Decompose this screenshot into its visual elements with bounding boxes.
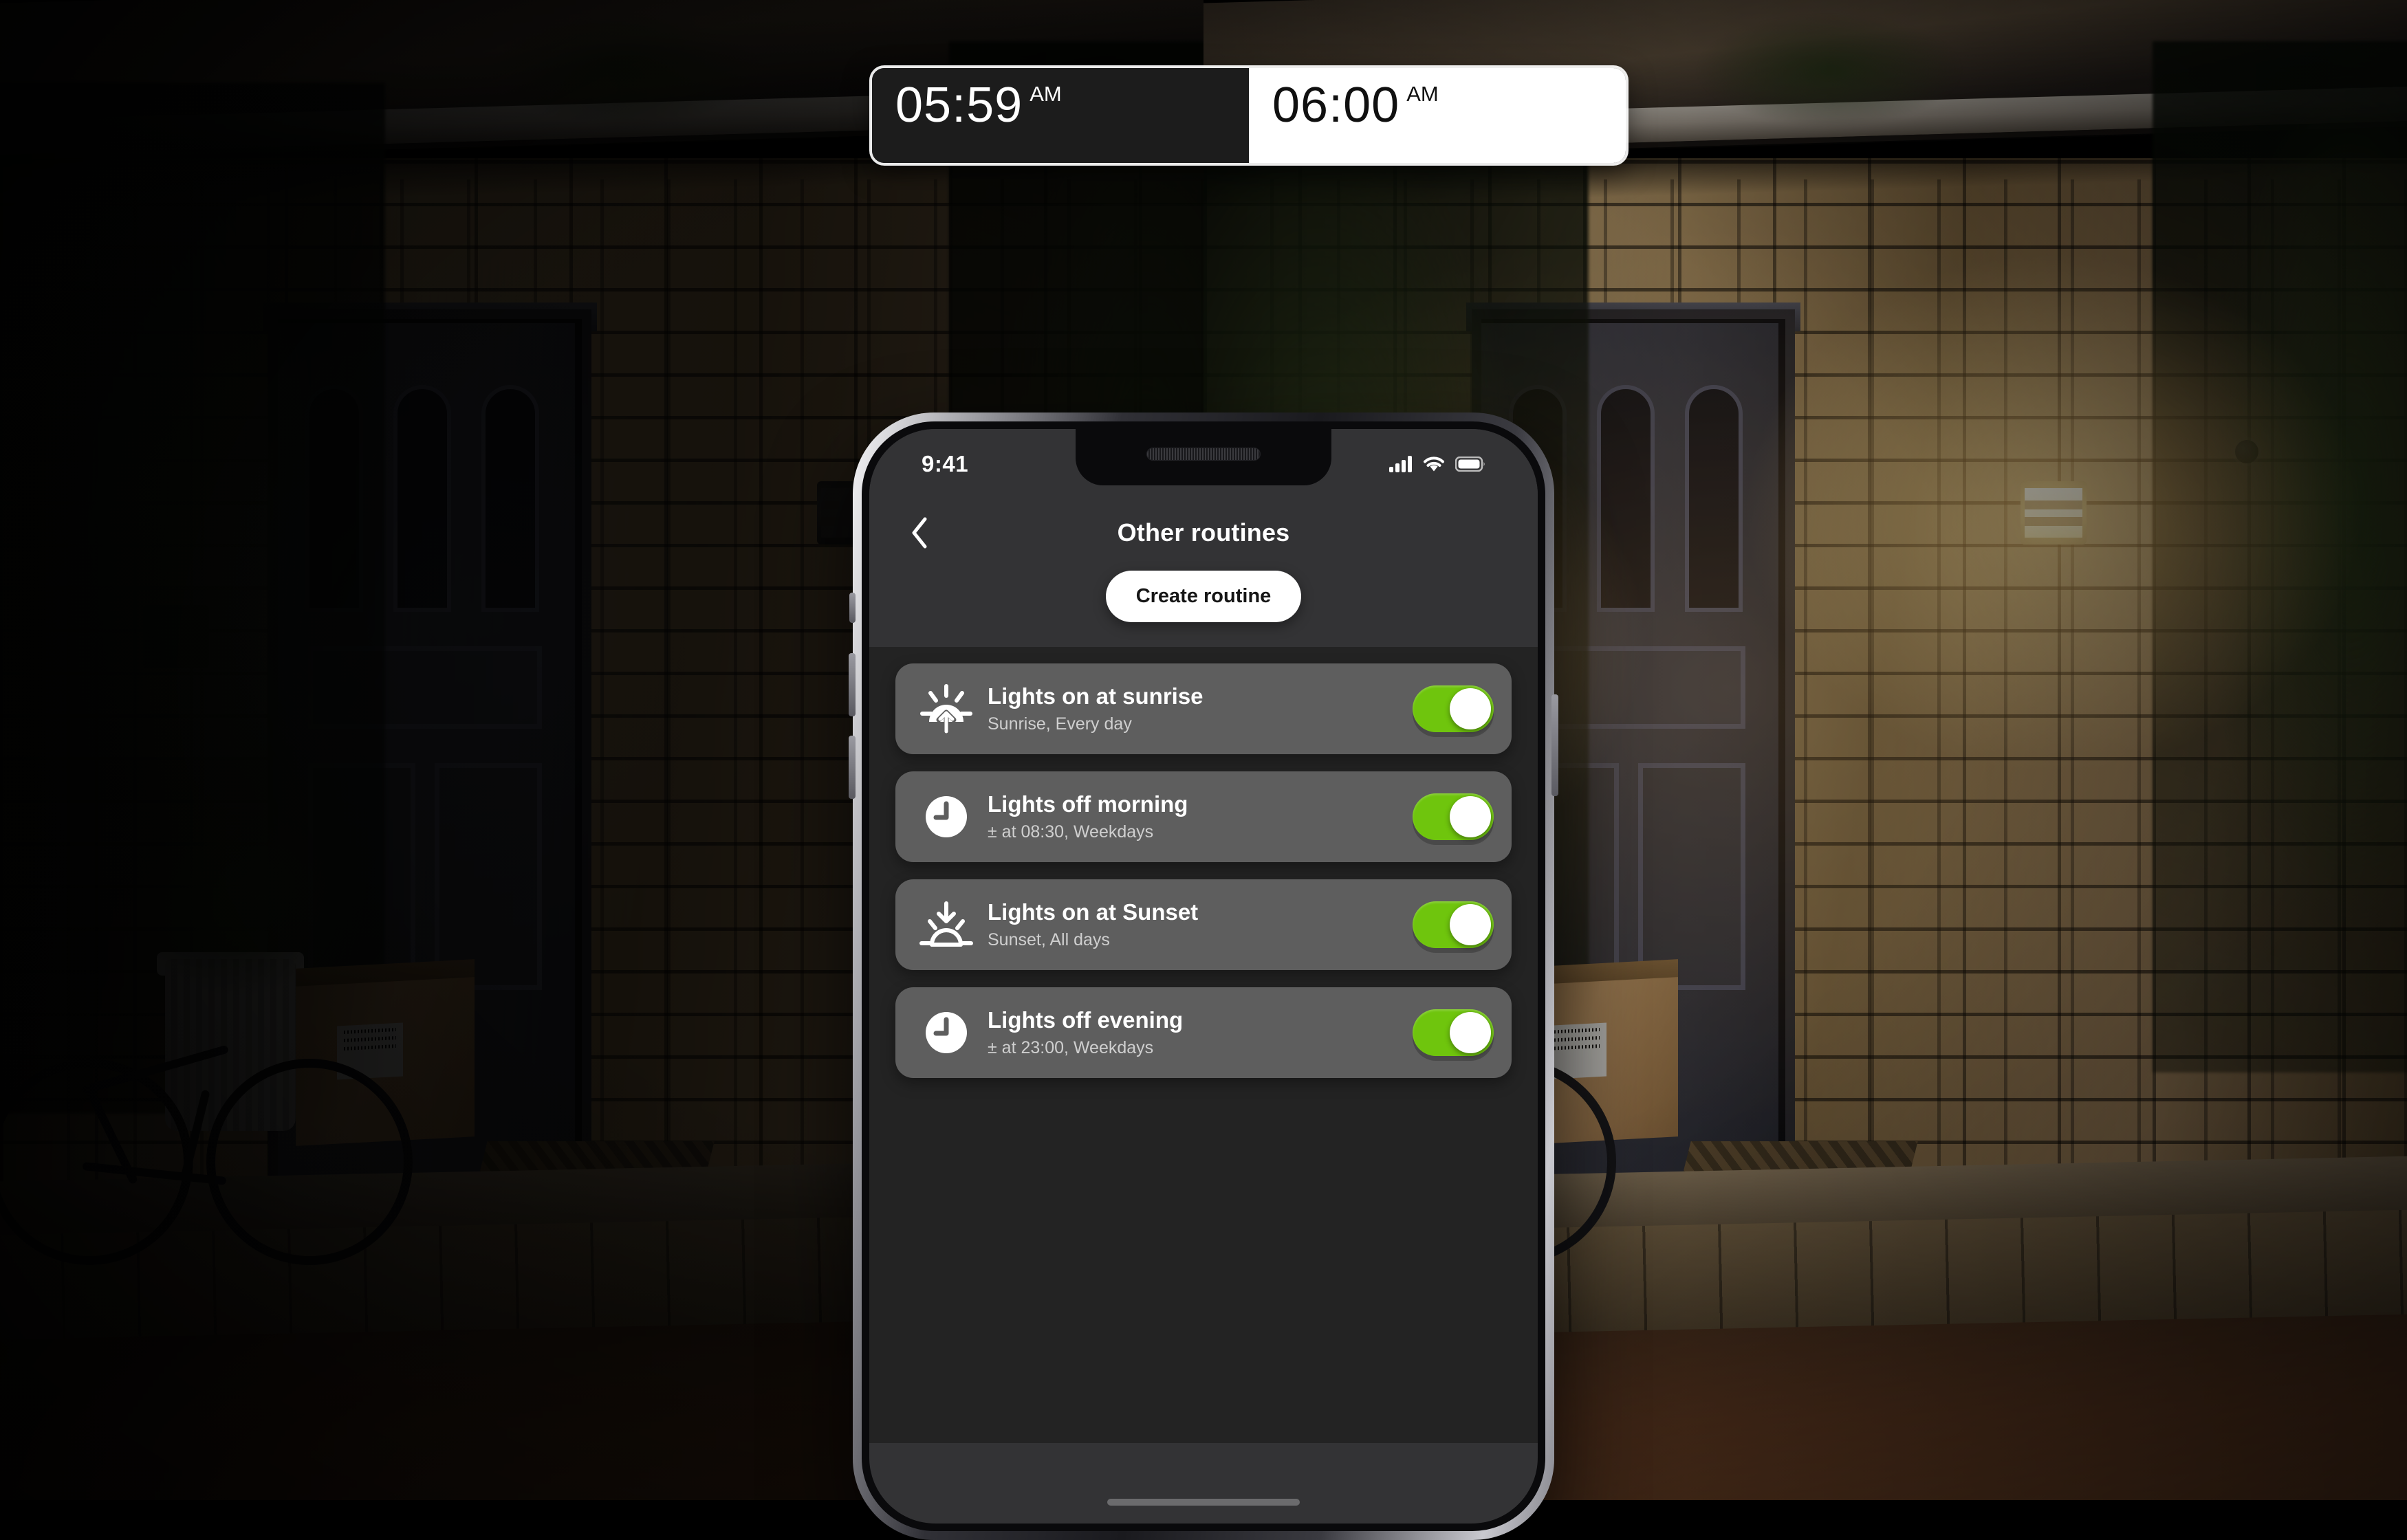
door-panel xyxy=(435,763,542,990)
routine-card[interactable]: Lights on at sunrise Sunrise, Every day xyxy=(895,663,1512,754)
routine-title: Lights off morning xyxy=(988,791,1413,817)
toggle-knob xyxy=(1450,1012,1491,1053)
routine-title: Lights on at Sunset xyxy=(988,899,1413,925)
toggle-knob xyxy=(1450,904,1491,945)
status-bar-time: 9:41 xyxy=(922,451,968,477)
sunset-icon xyxy=(913,899,979,950)
notch xyxy=(1076,429,1331,485)
door-pane xyxy=(1597,385,1655,612)
routine-card[interactable]: Lights off evening ± at 23:00, Weekdays xyxy=(895,987,1512,1078)
chevron-left-icon xyxy=(911,517,928,549)
volume-down-button[interactable] xyxy=(849,736,856,799)
earpiece-speaker xyxy=(1146,448,1261,461)
routine-subtitle: ± at 08:30, Weekdays xyxy=(988,822,1413,842)
time-before-value: 05:59 xyxy=(895,80,1023,130)
ivy-foliage xyxy=(1685,0,1974,131)
routine-card[interactable]: Lights on at Sunset Sunset, All days xyxy=(895,879,1512,970)
mute-switch[interactable] xyxy=(849,593,856,623)
routine-toggle[interactable] xyxy=(1413,685,1494,732)
bicycle xyxy=(0,914,420,1299)
clock-icon xyxy=(913,793,979,841)
back-button[interactable] xyxy=(901,514,938,551)
routine-subtitle: Sunrise, Every day xyxy=(988,714,1413,734)
door-pane xyxy=(481,385,539,612)
power-button[interactable] xyxy=(1551,694,1558,796)
time-before-meridiem: AM xyxy=(1030,83,1062,104)
routine-toggle[interactable] xyxy=(1413,1009,1494,1056)
cellular-signal-icon xyxy=(1389,456,1413,472)
routine-toggle[interactable] xyxy=(1413,901,1494,948)
phone-mockup: 9:41 xyxy=(853,412,1554,1540)
time-after-meridiem: AM xyxy=(1406,83,1439,104)
routine-toggle[interactable] xyxy=(1413,793,1494,840)
door-pane xyxy=(393,385,451,612)
door-panel xyxy=(1638,763,1745,990)
volume-up-button[interactable] xyxy=(849,653,856,716)
routine-subtitle: ± at 23:00, Weekdays xyxy=(988,1038,1413,1058)
routine-title: Lights on at sunrise xyxy=(988,683,1413,710)
time-comparison-badge: 05:59 AM 06:00 AM xyxy=(872,68,1626,163)
ivy-foliage xyxy=(2153,41,2407,1072)
page-title: Other routines xyxy=(1118,518,1290,547)
door-pane xyxy=(1685,385,1743,612)
clock-icon xyxy=(913,1009,979,1057)
routine-card[interactable]: Lights off morning ± at 08:30, Weekdays xyxy=(895,771,1512,862)
ivy-foliage xyxy=(481,0,770,131)
wifi-icon xyxy=(1423,456,1445,472)
routine-subtitle: Sunset, All days xyxy=(988,930,1413,950)
time-before: 05:59 AM xyxy=(872,68,1249,163)
toggle-knob xyxy=(1450,796,1491,837)
time-after-value: 06:00 xyxy=(1272,80,1399,130)
wall-sconce-right xyxy=(2021,481,2087,544)
routine-list: Lights on at sunrise Sunrise, Every day xyxy=(869,647,1538,1443)
time-after: 06:00 AM xyxy=(1249,68,1626,163)
battery-icon xyxy=(1455,456,1485,472)
routine-title: Lights off evening xyxy=(988,1007,1413,1033)
sunrise-icon xyxy=(913,683,979,734)
toggle-knob xyxy=(1450,688,1491,729)
phone-screen: 9:41 xyxy=(869,429,1538,1524)
create-routine-button[interactable]: Create routine xyxy=(1106,571,1302,622)
